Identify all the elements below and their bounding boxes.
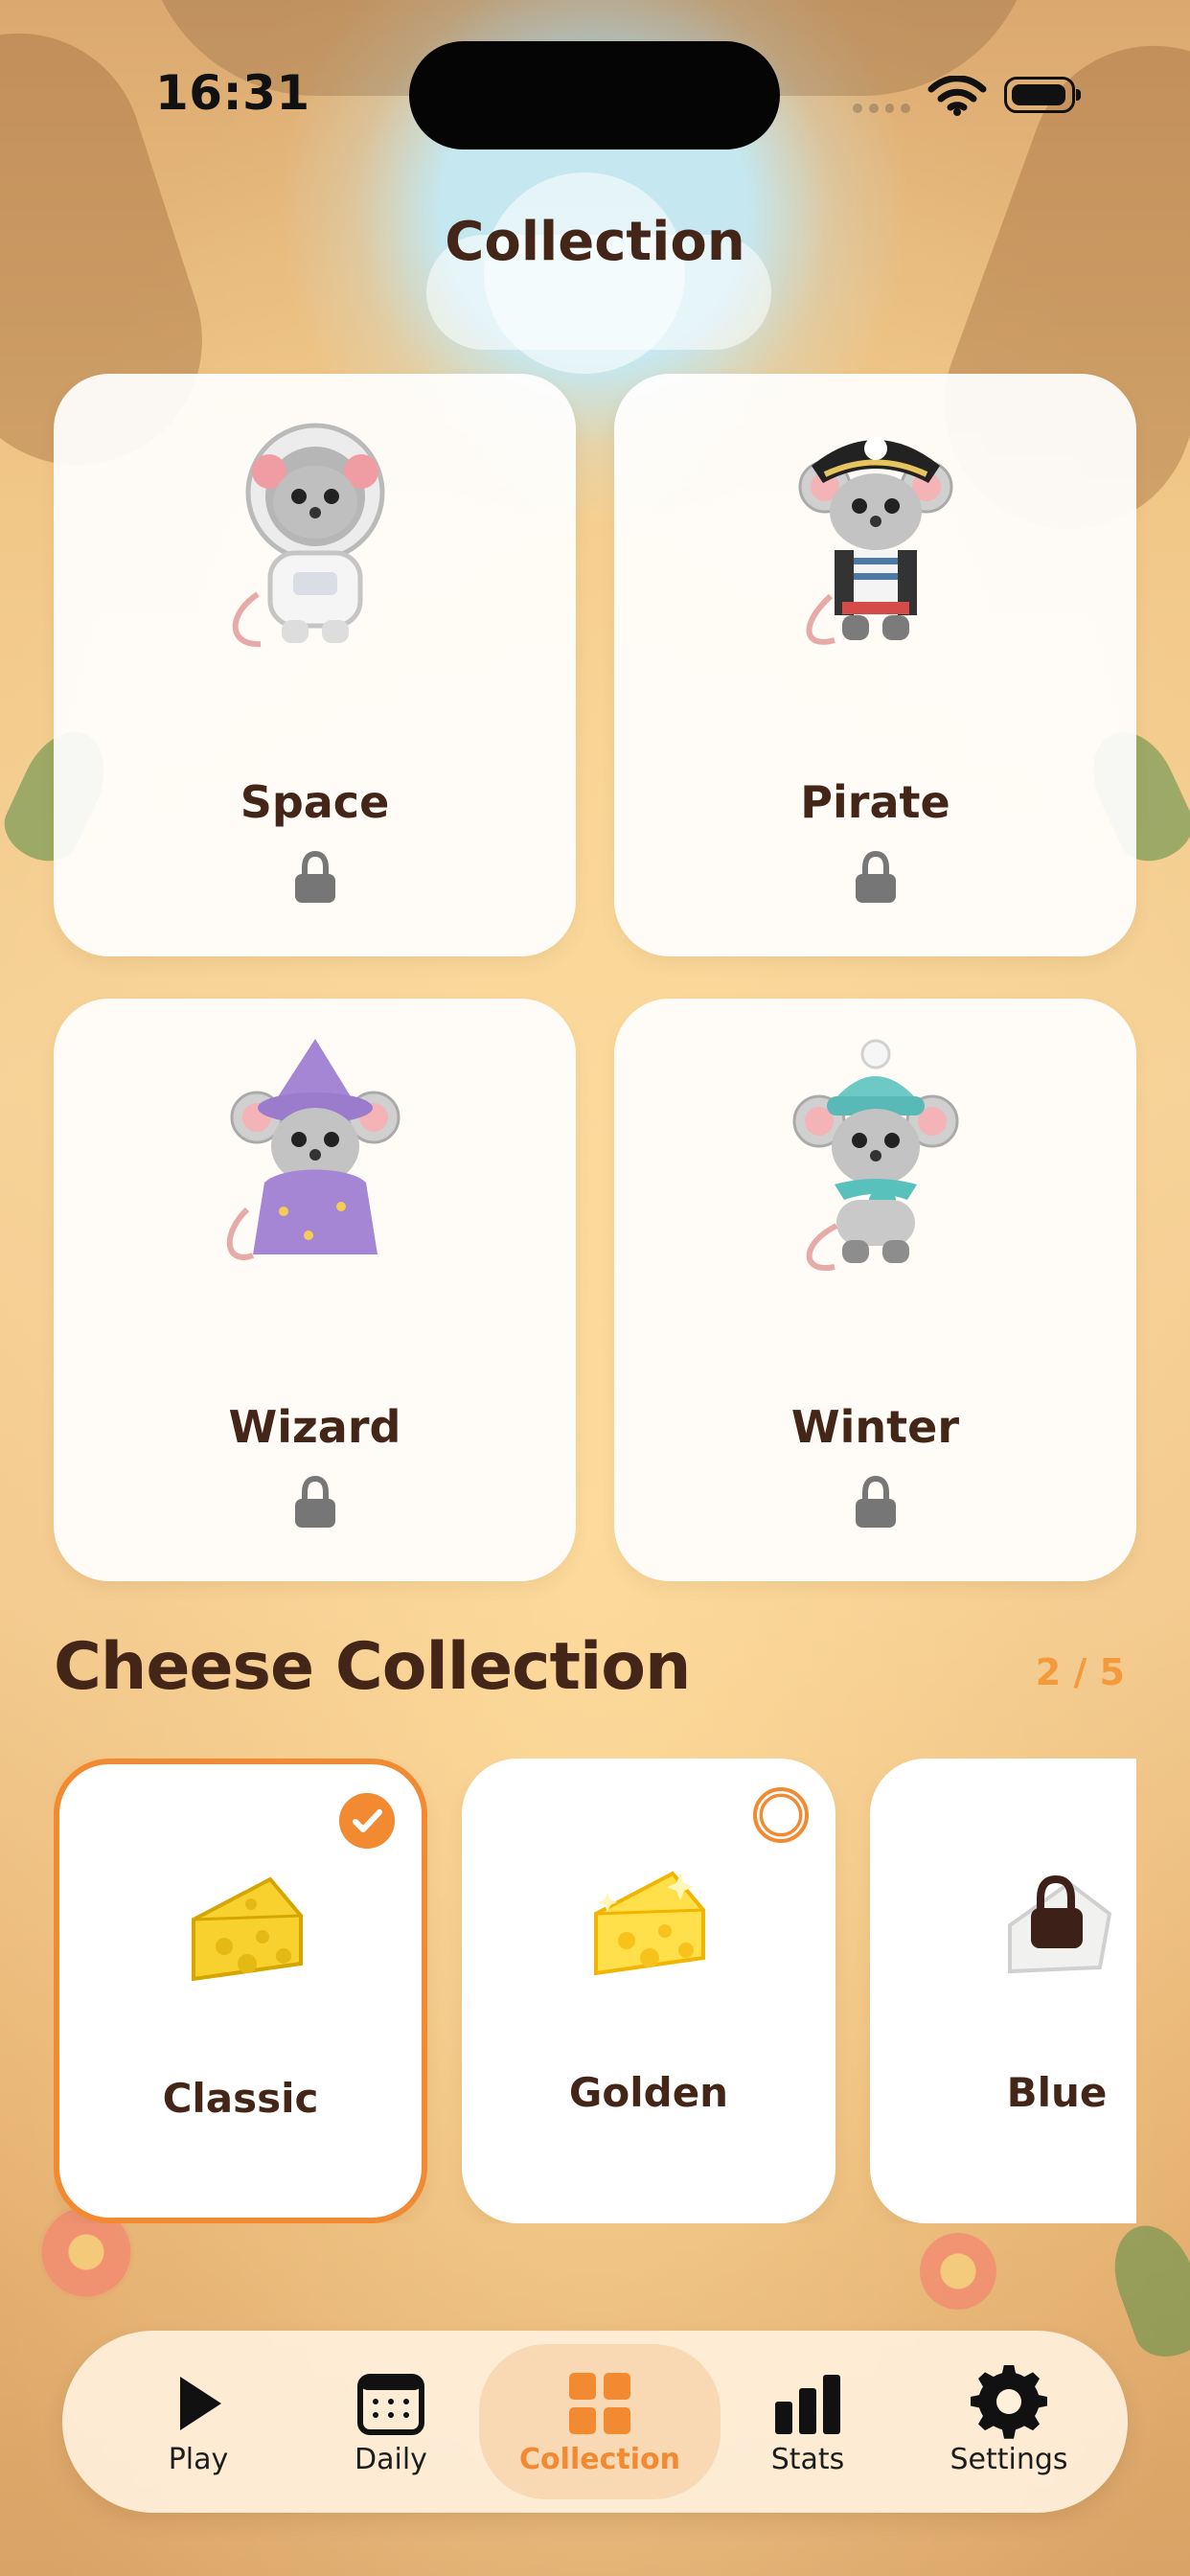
- blue-cheese-locked-icon: [1008, 1874, 1112, 1974]
- status-bar: 16:31: [0, 0, 1190, 182]
- cheese-collection-title: Cheese Collection: [54, 1629, 691, 1705]
- outfit-card-winter[interactable]: Winter: [614, 999, 1136, 1581]
- gear-icon: [971, 2365, 1047, 2439]
- outfit-card-wizard[interactable]: Wizard: [54, 999, 576, 1581]
- pirate-mouse-icon: [798, 437, 953, 645]
- tab-label-play: Play: [168, 2443, 229, 2476]
- lock-icon: [295, 1476, 335, 1528]
- background-cloud: [484, 172, 685, 374]
- space-mouse-icon: [232, 423, 385, 648]
- wizard-mouse-icon: [226, 1039, 400, 1260]
- tab-label-daily: Daily: [355, 2443, 427, 2476]
- tab-settings[interactable]: Settings: [904, 2344, 1114, 2499]
- page-title: Collection: [445, 211, 745, 273]
- lock-icon: [295, 851, 335, 903]
- outfit-label-space: Space: [240, 776, 390, 828]
- battery-icon: [1004, 77, 1081, 113]
- outfit-card-space[interactable]: Space: [54, 374, 576, 956]
- winter-mouse-icon: [792, 1039, 959, 1272]
- cheese-collection-count: 2 / 5: [1035, 1651, 1125, 1693]
- golden-cheese-icon: [594, 1871, 705, 1976]
- bar-chart-icon: [775, 2375, 840, 2434]
- lock-icon: [856, 851, 896, 903]
- outfit-label-pirate: Pirate: [800, 776, 950, 828]
- status-time: 16:31: [155, 65, 310, 121]
- calendar-icon: [357, 2374, 424, 2435]
- cheese-carousel[interactable]: Classic Golden Blue: [54, 1759, 1136, 2223]
- tab-label-stats: Stats: [770, 2443, 845, 2476]
- cheese-label-blue: Blue: [1006, 2069, 1108, 2116]
- outfit-label-wizard: Wizard: [228, 1401, 401, 1453]
- outfit-grid: Space Pirate Wizard Winter: [54, 374, 1136, 1581]
- background-leaf: [1100, 2214, 1190, 2367]
- tab-daily[interactable]: Daily: [286, 2344, 496, 2499]
- classic-cheese-icon: [192, 1876, 303, 1982]
- tab-play[interactable]: Play: [93, 2344, 304, 2499]
- outfit-card-pirate[interactable]: Pirate: [614, 374, 1136, 956]
- tab-label-settings: Settings: [950, 2443, 1068, 2476]
- tab-collection[interactable]: Collection: [479, 2344, 721, 2499]
- tab-label-collection: Collection: [519, 2443, 680, 2476]
- dynamic-island: [409, 41, 780, 150]
- collection-screen: 16:31 Collection Space Pirate Wizard Win…: [0, 0, 1190, 2576]
- checkmark-icon: [339, 1793, 395, 1849]
- cheese-card-golden[interactable]: Golden: [462, 1759, 835, 2223]
- unselected-circle-icon: [753, 1787, 809, 1843]
- background-flower: [920, 2233, 996, 2310]
- tab-stats[interactable]: Stats: [702, 2344, 913, 2499]
- lock-icon: [856, 1476, 896, 1528]
- cheese-label-golden: Golden: [568, 2069, 729, 2116]
- cheese-card-classic[interactable]: Classic: [54, 1759, 427, 2223]
- cellular-signal-icon: [853, 101, 910, 116]
- grid-icon: [569, 2373, 630, 2434]
- cheese-card-blue[interactable]: Blue: [870, 1759, 1136, 2223]
- play-icon: [180, 2377, 221, 2430]
- cheese-label-classic: Classic: [162, 2075, 319, 2122]
- wifi-icon: [927, 76, 987, 116]
- outfit-label-winter: Winter: [790, 1401, 960, 1453]
- tab-bar: Play Daily Collection Stats Settings: [62, 2331, 1128, 2513]
